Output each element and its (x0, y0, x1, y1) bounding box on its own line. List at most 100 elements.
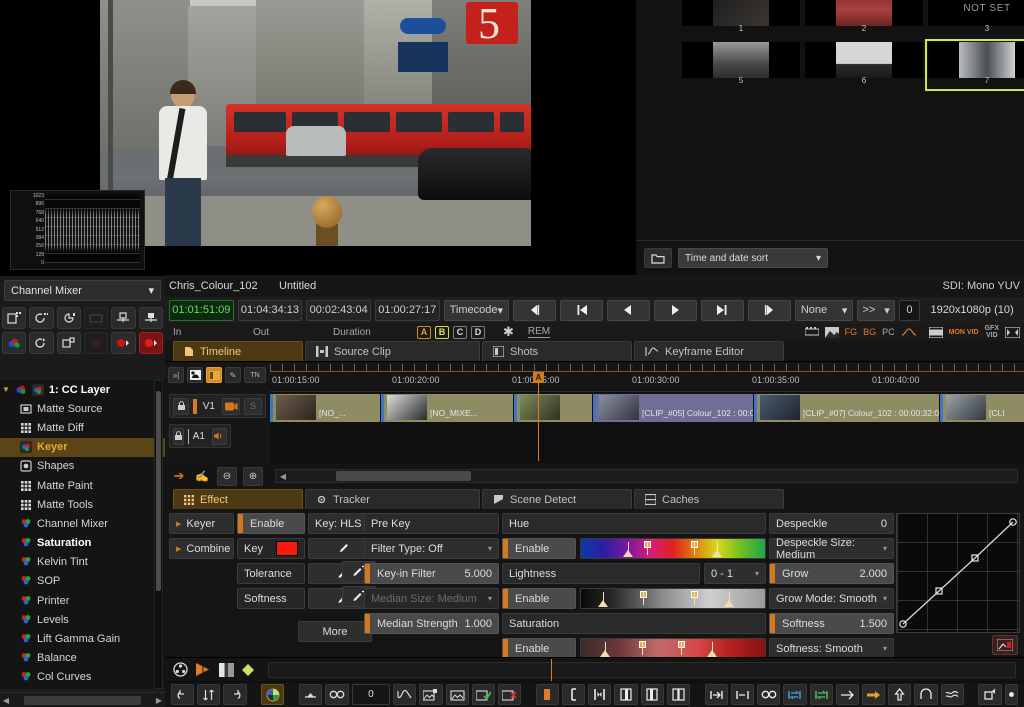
sort-icon[interactable] (197, 684, 221, 705)
sidebar-item-bright-contrast[interactable]: Bright Contrast (0, 687, 165, 689)
bg-toggle[interactable]: BG (863, 327, 876, 337)
timeline-clip[interactable]: [CLIP_#05] Colour_102 : 00:00:23:17 (593, 394, 753, 422)
timeline-clip[interactable]: [NO_... (270, 394, 380, 422)
timeline-tabs[interactable]: Timeline Source Clip Shots Keyframe Edit… (165, 341, 1024, 361)
sidebar-item-levels[interactable]: Levels (0, 610, 165, 629)
sidebar-item-sop[interactable]: SOP (0, 572, 165, 591)
status-icon-bar[interactable]: FG BG PC MON VID GFX VID (804, 325, 1020, 339)
timeline-tools[interactable]: »| ✎ TN (165, 362, 270, 388)
key-color-swatch[interactable] (276, 541, 298, 556)
scroll-left-icon[interactable]: ◀ (0, 696, 12, 705)
video-icon[interactable] (222, 397, 240, 415)
tn-button[interactable]: TN (244, 367, 266, 383)
timecode-in[interactable]: 01:01:51:09 (169, 299, 234, 321)
timeline-zoom-toolbar[interactable]: ➔ ✍ ⊖ ⊕ ◀ (165, 463, 1024, 489)
trim-right-icon[interactable] (640, 684, 664, 705)
tab-shots[interactable]: Shots (482, 341, 632, 361)
tab-tracker[interactable]: Tracker (305, 489, 480, 509)
node-selector-dropdown[interactable]: Channel Mixer ▾ (4, 280, 161, 301)
pointer-icon[interactable]: ➔ (171, 468, 187, 484)
timeline-clip[interactable]: [NO_MIXE... (381, 394, 513, 422)
apply-grade-icon[interactable] (471, 684, 495, 705)
video-track-v1[interactable]: [NO_... [NO_MIXE... [CLIP_#05] Colour_10… (270, 394, 1024, 422)
layer-list-hscrollbar[interactable]: ◀ ▶ (0, 692, 165, 707)
audio-icon[interactable] (212, 427, 227, 445)
copy-grade-icon[interactable] (419, 684, 443, 705)
wave-icon[interactable] (940, 684, 964, 705)
sidebar-item-saturation[interactable]: Saturation (0, 534, 165, 553)
tab-scene-detect[interactable]: Scene Detect (482, 489, 632, 509)
keyer-enable-toggle[interactable]: Enable (237, 513, 305, 534)
thumbnail-image[interactable] (805, 42, 923, 78)
timecode-toolbar[interactable]: 01:01:51:09 01:04:34:13 00:02:43:04 01:0… (165, 297, 1024, 323)
tab-timeline[interactable]: Timeline (173, 341, 303, 361)
track-enable-marker[interactable] (188, 428, 189, 444)
pen-icon[interactable]: ✎ (225, 367, 241, 383)
up-arrow-icon[interactable] (888, 684, 912, 705)
tab-keyframe-editor[interactable]: Keyframe Editor (634, 341, 784, 361)
timecode-current[interactable]: 01:00:27:17 (374, 299, 440, 321)
swap-icon[interactable] (783, 684, 807, 705)
scrollbar-thumb[interactable] (156, 391, 161, 591)
copy-node-icon[interactable] (56, 332, 81, 354)
thumbnail-cell[interactable]: 6 (805, 42, 923, 88)
tab-source-clip[interactable]: Source Clip (305, 341, 480, 361)
keyer-section-button[interactable]: Keyer (169, 513, 234, 534)
thumbnail-icon[interactable] (824, 326, 839, 338)
zoom-out-icon[interactable]: ⊖ (217, 466, 237, 486)
thumbnail-cell[interactable]: 5 (682, 42, 800, 88)
timeline-panel[interactable]: »| ✎ TN V1 S A1 01:00:15:00 01:00:20:00 … (165, 361, 1024, 489)
remove-grade-icon[interactable] (497, 684, 522, 705)
color-node-icon[interactable] (2, 332, 27, 354)
effect-controls[interactable]: Keyer Combine Enable Key Tolerance Softn… (165, 509, 1024, 661)
go-to-start-icon[interactable] (560, 299, 603, 321)
timecode-duration[interactable]: 00:02:43:04 (306, 299, 371, 321)
mark-buttons[interactable]: A B C D (417, 325, 485, 339)
reel-icon[interactable] (173, 662, 188, 677)
arrow-right-bold-icon[interactable] (861, 684, 886, 705)
fg-toggle[interactable]: FG (845, 327, 858, 337)
up-chevron-icon[interactable] (914, 684, 938, 705)
timecode-out[interactable]: 01:04:34:13 (237, 299, 303, 321)
curve-icon[interactable] (901, 327, 917, 337)
sidebar-item-keyer[interactable]: Keyer (0, 437, 165, 457)
arrow-right-icon[interactable] (835, 684, 859, 705)
lightness-header-row[interactable]: Lightness 0 - 1 ▾ (502, 563, 766, 584)
timeline-scrollbar[interactable]: ◀ (275, 469, 1018, 483)
timeline-ruler[interactable]: 01:00:15:00 01:00:20:00 01:00:25:00 01:0… (270, 362, 1024, 392)
lightness-range-dropdown[interactable]: 0 - 1 ▾ (704, 563, 766, 584)
play-icon[interactable] (653, 299, 697, 321)
grade-toolbar[interactable] (165, 657, 1024, 683)
effect-column-hls[interactable]: Hue Enable Lightness 0 - 1 ▾ Enable Satu… (502, 513, 766, 659)
playhead-marker[interactable]: A (533, 372, 544, 383)
tab-effect[interactable]: Effect (173, 489, 303, 509)
effect-column-key[interactable]: Enable Key Tolerance Softness (237, 513, 305, 613)
node-refresh-icon[interactable] (29, 307, 54, 329)
folder-icon[interactable] (644, 248, 672, 268)
clip-color-icon[interactable] (206, 367, 222, 383)
count-field[interactable]: 0 (898, 299, 921, 321)
key-in-filter-row[interactable]: Key-in Filter 5.000 (364, 563, 499, 584)
curve-tool-icon[interactable] (393, 684, 417, 705)
grade-name-field[interactable] (268, 658, 1016, 683)
effect-panel[interactable]: Effect Tracker Scene Detect Caches ▶ Key… (165, 489, 1024, 661)
filter-type-dropdown[interactable]: Filter Type: Off ▾ (364, 538, 499, 559)
export-icon[interactable] (978, 684, 1002, 705)
saturation-row[interactable]: Enable (502, 638, 766, 659)
edit-toolbar[interactable]: 0 (165, 681, 1024, 707)
sidebar-item-col-curves[interactable]: Col Curves (0, 668, 165, 687)
thumbnail-cell-selected[interactable]: 7 (925, 39, 1024, 91)
thumbnail-cell[interactable]: 1 (682, 0, 800, 36)
node-toolbar-row[interactable] (2, 332, 163, 354)
film-strip-icon[interactable] (804, 327, 819, 337)
mon-vid-label[interactable]: MON VID (949, 329, 979, 336)
redo-icon[interactable] (223, 684, 247, 705)
letterbox-icon[interactable] (1005, 326, 1020, 338)
gfx-vid-label[interactable]: GFX VID (985, 325, 999, 339)
zoom-in-icon[interactable]: ⊕ (243, 466, 263, 486)
curve-graph[interactable] (897, 514, 1019, 632)
track-enable-marker[interactable] (193, 398, 197, 414)
frame-number-field[interactable]: 0 (351, 684, 391, 705)
play-reverse-icon[interactable] (606, 299, 650, 321)
node-add-icon[interactable] (2, 307, 27, 329)
